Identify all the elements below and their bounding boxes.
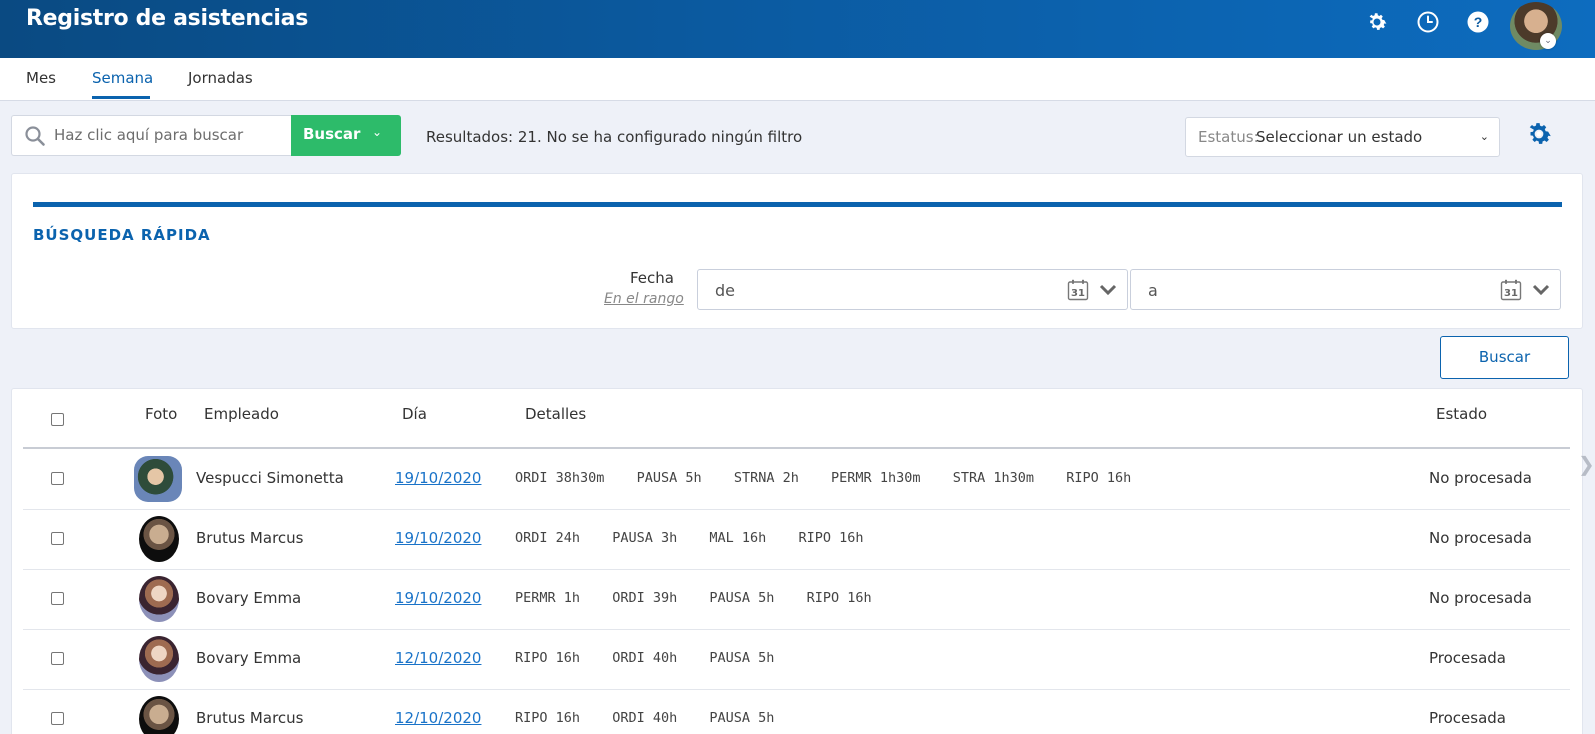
calendar-day: 31 — [1071, 288, 1085, 299]
detail-chip: ORDI 24h — [515, 530, 581, 546]
app-header: Registro de asistencias ? ⌄ — [0, 0, 1595, 58]
search-button-label: Buscar — [303, 125, 361, 143]
active-tab-indicator — [92, 96, 150, 99]
status-text: Procesada — [1429, 649, 1506, 667]
detail-chip: RIPO 16h — [515, 650, 581, 666]
detail-chip: RIPO 16h — [515, 710, 581, 726]
chevron-right-icon[interactable]: ❯ — [1578, 452, 1595, 476]
chevron-down-icon: ⌄ — [1479, 130, 1489, 143]
row-divider — [23, 689, 1570, 690]
calendar-day: 31 — [1504, 288, 1518, 299]
employee-photo — [134, 456, 182, 502]
day-link[interactable]: 19/10/2020 — [395, 589, 481, 607]
status-text: No procesada — [1429, 529, 1532, 547]
row-checkbox[interactable] — [51, 652, 64, 665]
status-text: No procesada — [1429, 469, 1532, 487]
row-divider — [23, 569, 1570, 570]
employee-photo — [139, 576, 179, 622]
detail-chip: STRNA 2h — [733, 470, 799, 486]
detail-chip: PAUSA 5h — [636, 470, 702, 486]
tab-jornadas[interactable]: Jornadas — [188, 69, 253, 87]
column-header-photo: Foto — [145, 405, 178, 423]
detail-chip: ORDI 38h30m — [515, 470, 605, 486]
employee-name: Vespucci Simonetta — [196, 469, 344, 487]
view-tabs: Mes Semana Jornadas — [0, 58, 1595, 101]
detail-chip: PAUSA 5h — [709, 710, 775, 726]
status-filter-label: Estatus: — [1198, 128, 1259, 146]
detail-chip: ORDI 40h — [612, 710, 678, 726]
day-link[interactable]: 19/10/2020 — [395, 469, 481, 487]
svg-text:?: ? — [1474, 14, 1483, 30]
detail-chip: MAL 16h — [709, 530, 767, 546]
detail-chip: PERMR 1h30m — [831, 470, 921, 486]
detail-chip: ORDI 39h — [612, 590, 678, 606]
status-filter-select[interactable]: Estatus: Seleccionar un estado ⌄ — [1185, 117, 1500, 157]
employee-photo — [139, 636, 179, 682]
detail-chip: PERMR 1h — [515, 590, 581, 606]
column-header-employee[interactable]: Empleado — [204, 405, 279, 423]
employee-name: Bovary Emma — [196, 589, 302, 607]
date-from-field[interactable]: de 31 — [697, 269, 1128, 310]
tab-semana[interactable]: Semana — [92, 69, 153, 87]
table-header-divider — [23, 447, 1570, 449]
chevron-down-icon[interactable] — [1532, 283, 1550, 297]
gear-icon[interactable] — [1365, 10, 1389, 34]
date-range-mode-link[interactable]: En el rango — [604, 291, 684, 307]
help-icon[interactable]: ? — [1466, 10, 1490, 34]
clock-icon[interactable] — [1416, 10, 1440, 34]
calendar-icon[interactable]: 31 — [1500, 279, 1522, 301]
date-from-placeholder: de — [715, 281, 735, 300]
day-link[interactable]: 12/10/2020 — [395, 649, 481, 667]
page-title: Registro de asistencias — [26, 6, 309, 31]
employee-photo — [139, 516, 179, 562]
row-checkbox[interactable] — [51, 532, 64, 545]
search-input[interactable] — [54, 126, 284, 144]
select-all-checkbox[interactable] — [51, 413, 64, 426]
calendar-icon[interactable]: 31 — [1067, 279, 1089, 301]
quick-search-button[interactable]: Buscar — [1440, 336, 1569, 379]
row-divider — [23, 509, 1570, 510]
detail-chip: PAUSA 3h — [612, 530, 678, 546]
date-to-field[interactable]: a 31 — [1130, 269, 1561, 310]
status-filter-value: Seleccionar un estado — [1256, 128, 1423, 146]
date-label: Fecha — [630, 269, 674, 287]
column-header-day[interactable]: Día — [402, 405, 427, 423]
employee-name: Brutus Marcus — [196, 529, 304, 547]
row-checkbox[interactable] — [51, 712, 64, 725]
row-checkbox[interactable] — [51, 592, 64, 605]
date-to-placeholder: a — [1148, 281, 1158, 300]
detail-chip: STRA 1h30m — [952, 470, 1034, 486]
tab-mes[interactable]: Mes — [26, 69, 56, 87]
detail-chip: RIPO 16h — [798, 530, 864, 546]
employee-name: Brutus Marcus — [196, 709, 304, 727]
search-box — [11, 115, 291, 156]
chevron-down-icon[interactable]: ⌄ — [1540, 33, 1556, 49]
detail-chip: ORDI 40h — [612, 650, 678, 666]
detail-chip: RIPO 16h — [1066, 470, 1132, 486]
detail-chip: PAUSA 5h — [709, 650, 775, 666]
status-text: Procesada — [1429, 709, 1506, 727]
search-icon — [25, 126, 45, 146]
settings-gear-icon[interactable] — [1524, 119, 1554, 149]
day-link[interactable]: 19/10/2020 — [395, 529, 481, 547]
detail-chip: PAUSA 5h — [709, 590, 775, 606]
search-button[interactable]: Buscar ⌄ — [291, 115, 401, 156]
chevron-down-icon[interactable] — [1099, 283, 1117, 297]
results-summary: Resultados: 21. No se ha configurado nin… — [426, 128, 803, 146]
row-divider — [23, 629, 1570, 630]
attendance-table — [11, 388, 1583, 734]
quick-search-title: BÚSQUEDA RÁPIDA — [33, 226, 211, 244]
row-checkbox[interactable] — [51, 472, 64, 485]
status-text: No procesada — [1429, 589, 1532, 607]
employee-name: Bovary Emma — [196, 649, 302, 667]
column-header-status[interactable]: Estado — [1436, 405, 1487, 423]
detail-chip: RIPO 16h — [806, 590, 872, 606]
chevron-down-icon[interactable]: ⌄ — [372, 125, 382, 139]
employee-photo — [139, 696, 179, 734]
panel-accent-bar — [33, 202, 1562, 207]
day-link[interactable]: 12/10/2020 — [395, 709, 481, 727]
column-header-details: Detalles — [525, 405, 587, 423]
